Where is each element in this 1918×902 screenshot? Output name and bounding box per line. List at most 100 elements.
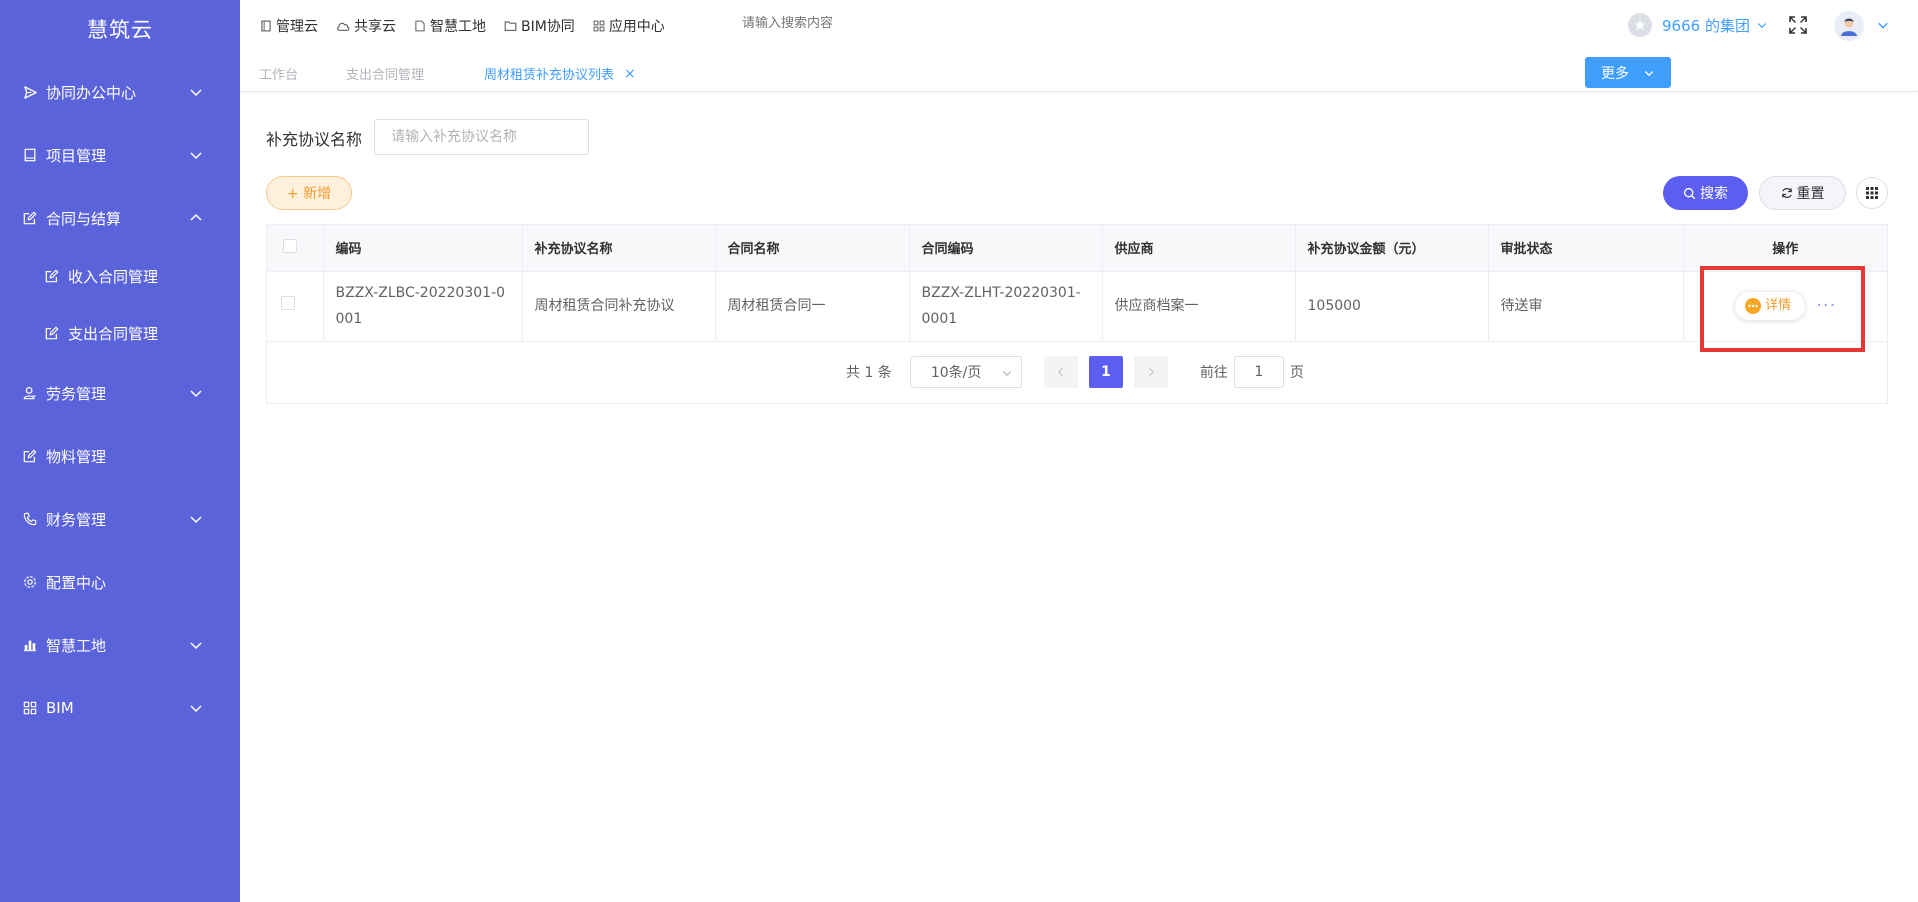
topnav-label: BIM协同 xyxy=(521,19,575,35)
sidebar-item-label: 物料管理 xyxy=(46,447,107,466)
page-size-select[interactable]: 10条/页 xyxy=(909,356,1022,388)
phone-icon xyxy=(22,511,38,527)
cell-supplier: 供应商档案一 xyxy=(1102,271,1296,342)
chevron-down-icon xyxy=(1644,70,1654,76)
next-page-button[interactable] xyxy=(1133,356,1168,388)
more-circle-icon xyxy=(1745,298,1762,314)
table-header-row: 编码 补充协议名称 合同名称 合同编码 供应商 补充协议金额（元） 审批状态 操… xyxy=(267,225,1887,272)
cloud-icon xyxy=(336,22,350,31)
more-tabs-label: 更多 xyxy=(1601,65,1629,82)
edit-doc-icon xyxy=(44,325,60,341)
row-more-actions[interactable]: ··· xyxy=(1816,293,1836,319)
chevron-down-icon xyxy=(1757,23,1767,29)
sidebar-item-collab-office[interactable]: 协同办公中心 xyxy=(0,72,240,112)
column-header[interactable]: 补充协议名称 xyxy=(522,225,716,272)
chevron-right-icon xyxy=(1148,367,1154,377)
app-logo: 慧筑云 xyxy=(87,18,153,42)
user-avatar[interactable] xyxy=(1834,11,1864,41)
sidebar-item-project[interactable]: 项目管理 xyxy=(0,135,240,175)
add-button[interactable]: + 新增 xyxy=(266,176,352,210)
column-header[interactable]: 编码 xyxy=(323,225,523,272)
chevron-down-icon xyxy=(190,152,202,160)
topnav-item-share-cloud[interactable]: 共享云 xyxy=(336,16,396,36)
gear-icon xyxy=(22,574,38,590)
sidebar-item-label: 劳务管理 xyxy=(46,384,107,403)
topnav-item-smart-site[interactable]: 智慧工地 xyxy=(414,16,486,36)
search-button[interactable]: 搜索 xyxy=(1663,176,1748,210)
sidebar-item-config-center[interactable]: 配置中心 xyxy=(0,562,240,602)
row-checkbox[interactable] xyxy=(281,296,295,310)
cell-contract-name: 周材租赁合同一 xyxy=(715,271,910,342)
sidebar-item-label: 合同与结算 xyxy=(46,209,122,228)
topnav-item-app-center[interactable]: 应用中心 xyxy=(593,16,665,36)
sidebar-item-material[interactable]: 物料管理 xyxy=(0,436,240,476)
grid-icon xyxy=(1866,187,1878,199)
folder-icon xyxy=(504,21,517,32)
prev-page-button[interactable] xyxy=(1043,356,1078,388)
global-search-input[interactable] xyxy=(742,16,942,31)
refresh-icon xyxy=(1781,188,1792,198)
topnav-label: 共享云 xyxy=(354,19,396,35)
column-header[interactable]: 合同编码 xyxy=(909,225,1103,272)
topnav-item-bim-collab[interactable]: BIM协同 xyxy=(504,16,575,36)
chevron-down-icon xyxy=(190,89,202,97)
user-avatar-icon xyxy=(1841,18,1857,36)
chevron-down-icon xyxy=(190,516,202,524)
cell-contract-code: BZZX-ZLHT-20220301-0001 xyxy=(909,271,1103,342)
cell-operations: 详情 ··· xyxy=(1683,271,1887,342)
sidebar-item-label: 收入合同管理 xyxy=(68,267,159,286)
column-header[interactable]: 审批状态 xyxy=(1488,225,1684,272)
fullscreen-icon[interactable] xyxy=(1788,15,1808,35)
sidebar-item-income-contract[interactable]: 收入合同管理 xyxy=(0,256,240,296)
column-header[interactable]: 合同名称 xyxy=(715,225,910,272)
grid-apps-icon xyxy=(22,700,38,716)
sidebar-item-label: 智慧工地 xyxy=(46,636,107,655)
tab-label: 周材租赁补充协议列表 xyxy=(484,68,615,83)
cell-code: BZZX-ZLBC-20220301-0001 xyxy=(323,271,523,342)
chevron-down-icon[interactable] xyxy=(1876,18,1890,32)
sidebar-item-label: 配置中心 xyxy=(46,573,107,592)
goto-page-input[interactable] xyxy=(1233,356,1284,388)
chevron-down-icon xyxy=(190,642,202,650)
topnav-label: 智慧工地 xyxy=(430,19,486,35)
detail-button[interactable]: 详情 xyxy=(1734,291,1807,321)
select-all-checkbox[interactable] xyxy=(283,238,297,253)
tab-label: 支出合同管理 xyxy=(346,68,425,83)
pagination: 共 1 条 10条/页 1 前往 页 xyxy=(846,356,1304,388)
sidebar-item-smart-site[interactable]: 智慧工地 xyxy=(0,625,240,665)
goto-suffix: 页 xyxy=(1289,365,1304,381)
chevron-left-icon xyxy=(1057,367,1063,377)
tab-expense-contract[interactable]: 支出合同管理 xyxy=(346,64,424,83)
agreement-name-input[interactable] xyxy=(374,119,589,155)
sidebar-item-contract-settlement[interactable]: 合同与结算 xyxy=(0,198,240,238)
doc-icon xyxy=(415,20,425,32)
group-selector[interactable]: 9666 的集团 xyxy=(1628,13,1768,37)
topnav-item-management-cloud[interactable]: 管理云 xyxy=(260,16,318,36)
bar-chart-icon xyxy=(22,637,38,653)
page-size-value: 10条/页 xyxy=(930,365,982,381)
search-label: 搜索 xyxy=(1700,186,1728,202)
sidebar-item-bim[interactable]: BIM xyxy=(0,688,240,728)
close-icon[interactable]: × xyxy=(624,66,636,82)
column-header[interactable]: 补充协议金额（元） xyxy=(1295,225,1489,272)
column-settings-button[interactable] xyxy=(1856,177,1888,209)
topnav-label: 应用中心 xyxy=(608,19,665,35)
total-count: 共 1 条 xyxy=(846,365,892,381)
sidebar-item-labor[interactable]: 劳务管理 xyxy=(0,373,240,413)
sidebar-item-finance[interactable]: 财务管理 xyxy=(0,499,240,539)
grid-apps-icon xyxy=(593,20,605,32)
filter-label: 补充协议名称 xyxy=(266,130,363,149)
select-all-cell xyxy=(267,225,324,272)
book-icon xyxy=(261,20,271,32)
book-icon xyxy=(22,147,38,163)
sidebar-item-expense-contract[interactable]: 支出合同管理 xyxy=(0,313,240,353)
column-header[interactable]: 供应商 xyxy=(1102,225,1296,272)
tab-workbench[interactable]: 工作台 xyxy=(259,64,298,83)
goto-prefix: 前往 xyxy=(1199,365,1228,381)
reset-button[interactable]: 重置 xyxy=(1759,176,1846,210)
more-tabs-button[interactable]: 更多 xyxy=(1585,57,1671,88)
top-nav: 管理云 共享云 智慧工地 BIM协同 应用中心 xyxy=(260,16,683,36)
page-number-button[interactable]: 1 xyxy=(1088,356,1123,388)
tab-supplementary-agreement-list[interactable]: 周材租赁补充协议列表 × xyxy=(484,64,636,84)
column-header: 操作 xyxy=(1683,225,1887,272)
